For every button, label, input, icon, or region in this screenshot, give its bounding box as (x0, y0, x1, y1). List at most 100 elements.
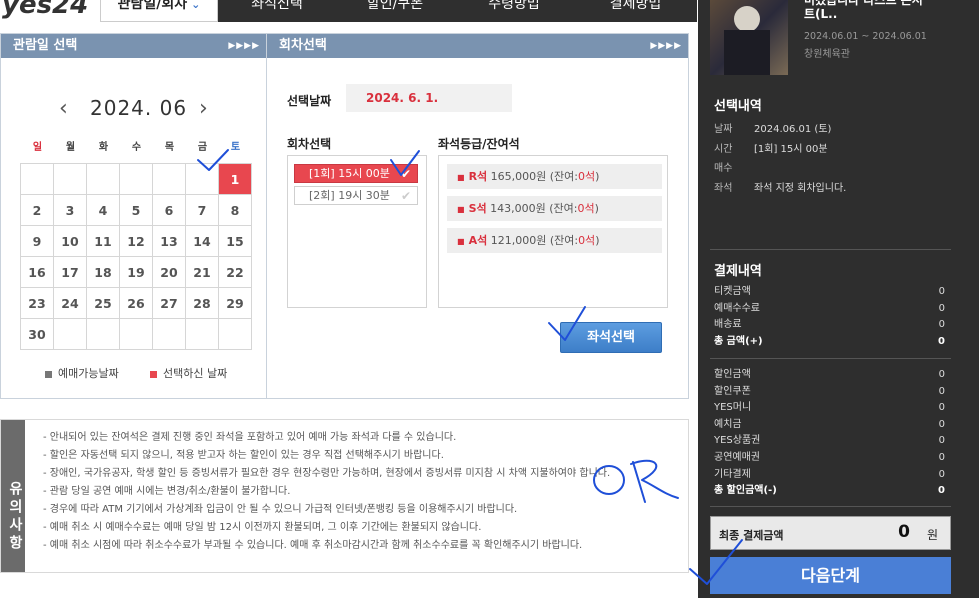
calendar-empty-cell (86, 318, 120, 350)
calendar-week: 1 (20, 163, 252, 195)
calendar-day[interactable]: 19 (119, 256, 153, 288)
calendar-week: 2345678 (20, 194, 252, 226)
date-panel-title: 관람일 선택 (13, 38, 78, 53)
legend-available: 예매가능날짜 (45, 365, 119, 381)
calendar-day[interactable]: 26 (119, 287, 153, 319)
payment-row: 총 금액(+) 0 (714, 334, 945, 351)
calendar-day[interactable]: 17 (53, 256, 87, 288)
divider (710, 506, 951, 507)
round-option-label: [1회] 15시 00분 (309, 167, 390, 180)
notice-side-label: 유의사항 (1, 420, 25, 572)
round-list: [1회] 15시 00분 ✔ [2회] 19시 30분 ✔ (287, 155, 427, 308)
seat-grade-list: ■ R석 165,000원 (잔여:0석) ■ S석 143,000원 (잔여:0석… (438, 155, 668, 308)
calendar-day[interactable]: 8 (218, 194, 252, 226)
seat-remain-suffix: ) (595, 170, 600, 183)
check-icon: ✔ (400, 189, 411, 203)
seat-remain-prefix: (잔여: (549, 170, 579, 183)
payment-value: 0 (938, 451, 945, 463)
prev-month-button[interactable]: ‹ (59, 96, 68, 121)
tab-seat-select[interactable]: 좌석선택 (218, 0, 336, 22)
calendar-day[interactable]: 13 (152, 225, 186, 257)
round-option-2[interactable]: [2회] 19시 30분 ✔ (294, 186, 418, 205)
tab-date-round[interactable]: 관람일/회차 ⌄ (100, 0, 218, 22)
calendar-day[interactable]: 29 (218, 287, 252, 319)
round-panel-title: 회차선택 (279, 38, 327, 53)
calendar-day[interactable]: 28 (185, 287, 219, 319)
calendar-day[interactable]: 20 (152, 256, 186, 288)
calendar-month: 2024. 06 (90, 96, 188, 120)
selection-key: 날짜 (714, 124, 733, 135)
show-venue: 창원체육관 (804, 49, 850, 60)
order-sidebar: 미켰습니다 라스트 콘서 트(L.. 2024.06.01 ~ 2024.06.… (698, 0, 979, 598)
tab-discount[interactable]: 할인/쿠폰 (336, 0, 454, 22)
selection-key: 시간 (714, 143, 733, 155)
calendar-day[interactable]: 9 (20, 225, 54, 257)
divider (710, 358, 951, 359)
bullet-icon: ■ (457, 237, 465, 246)
calendar-day[interactable]: 12 (119, 225, 153, 257)
tab-payment[interactable]: 결제방법 (574, 0, 697, 22)
notice-item: - 경우에 따라 ATM 기기에서 가상계좌 입금이 안 될 수 있으니 가급적… (43, 504, 518, 515)
payment-value: 0 (938, 369, 945, 380)
payment-row: YES머니 0 (714, 400, 945, 417)
calendar-day[interactable]: 1 (218, 163, 252, 195)
seat-remain-suffix: ) (595, 234, 600, 247)
seat-price: 165,000원 (490, 170, 547, 183)
arrows-icon: ▶▶▶▶ (228, 41, 260, 51)
payment-value: 0 (938, 418, 945, 430)
next-month-button[interactable]: › (199, 96, 208, 121)
calendar-day[interactable]: 18 (86, 256, 120, 288)
calendar-day[interactable]: 22 (218, 256, 252, 288)
calendar-day[interactable]: 15 (218, 225, 252, 257)
payment-key: 예매수수료 (714, 302, 760, 314)
seat-remain: 0석 (577, 202, 595, 215)
calendar-week: 9 10 11 12 13 14 15 (20, 225, 252, 257)
calendar-day[interactable]: 16 (20, 256, 54, 288)
show-title: 트(L.. (804, 7, 838, 21)
calendar-day[interactable]: 24 (53, 287, 87, 319)
weekday-label: 화 (98, 142, 109, 153)
calendar-day[interactable]: 30 (20, 318, 54, 350)
seat-price: 121,000원 (490, 234, 547, 247)
calendar-day[interactable]: 4 (86, 194, 120, 226)
calendar-empty-cell (185, 163, 219, 195)
chevron-down-icon: ⌄ (191, 0, 201, 11)
seat-grade: A석 (468, 234, 488, 247)
calendar-week: 16 17 18 19 20 21 22 (20, 256, 252, 288)
payment-key: YES상품권 (714, 435, 761, 447)
payment-key: 예치금 (714, 418, 742, 430)
calendar-day[interactable]: 23 (20, 287, 54, 319)
notice-item: - 관람 당일 공연 예매 시에는 변경/취소/환불이 불가합니다. (43, 486, 291, 497)
calendar-day[interactable]: 27 (152, 287, 186, 319)
payment-key: YES머니 (714, 402, 752, 414)
selection-row: 좌석 좌석 지정 회차입니다. (714, 179, 964, 199)
payment-row: 공연예매권 0 (714, 450, 945, 467)
calendar-day[interactable]: 6 (152, 194, 186, 226)
select-seat-button[interactable]: 좌석선택 (560, 322, 662, 353)
next-step-button[interactable]: 다음단계 (710, 557, 951, 594)
calendar-day[interactable]: 21 (185, 256, 219, 288)
seat-remain: 0석 (578, 234, 596, 247)
calendar-day[interactable]: 25 (86, 287, 120, 319)
calendar-day[interactable]: 7 (185, 194, 219, 226)
final-amount-value: 0 (898, 522, 910, 542)
payment-key: 할인쿠폰 (714, 385, 751, 397)
selection-title: 선택내역 (714, 99, 762, 114)
notice-box: 유의사항 - 안내되어 있는 잔여석은 결제 진행 중인 좌석을 포함하고 있어… (0, 419, 689, 573)
selection-key: 좌석 (714, 182, 733, 194)
calendar-day[interactable]: 10 (53, 225, 87, 257)
notice-item: - 할인은 자동선택 되지 않으니, 적용 받고자 하는 할인이 있는 경우 직… (43, 450, 444, 461)
round-option-1[interactable]: [1회] 15시 00분 ✔ (294, 164, 418, 183)
selection-row: 날짜 2024.06.01 (토) (714, 120, 964, 140)
calendar-empty-cell (152, 318, 186, 350)
tab-delivery[interactable]: 수령방법 (454, 0, 574, 22)
calendar-day[interactable]: 2 (20, 194, 54, 226)
calendar-day[interactable]: 5 (119, 194, 153, 226)
bullet-icon: ■ (457, 205, 465, 214)
payment-row: 할인쿠폰 0 (714, 384, 945, 401)
calendar-day[interactable]: 3 (53, 194, 87, 226)
calendar-day[interactable]: 11 (86, 225, 120, 257)
calendar-day[interactable]: 14 (185, 225, 219, 257)
selection-row: 매수 (714, 159, 964, 179)
legend-red-square (150, 370, 157, 378)
